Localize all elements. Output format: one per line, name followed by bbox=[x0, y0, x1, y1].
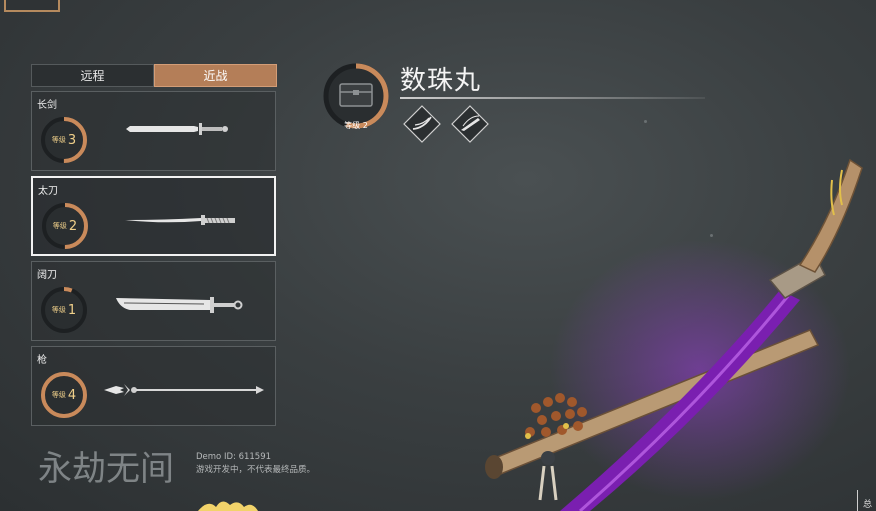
level-label: 等级 bbox=[52, 222, 67, 230]
corner-menu-button[interactable] bbox=[4, 0, 60, 12]
longsword-icon bbox=[126, 123, 228, 135]
weapon-name: 枪 bbox=[37, 355, 47, 366]
title-underline bbox=[400, 97, 705, 99]
blade-skill-icon[interactable] bbox=[450, 104, 490, 144]
game-logo: 永劫无间 bbox=[38, 449, 174, 489]
weapon-name: 阔刀 bbox=[37, 270, 57, 281]
tab-melee[interactable]: 近战 bbox=[154, 64, 277, 87]
level-number: 1 bbox=[67, 302, 77, 318]
corner-label[interactable]: 总 bbox=[863, 497, 872, 510]
slash-skill-icon[interactable] bbox=[402, 104, 442, 144]
weapon-card-spear[interactable]: 枪 等级 4 bbox=[31, 346, 276, 426]
demo-disclaimer: 游戏开发中，不代表最终品质。 bbox=[196, 465, 316, 475]
weapon-card-longsword[interactable]: 长剑 等级 3 bbox=[31, 91, 276, 171]
weapon-name: 长剑 bbox=[37, 100, 57, 111]
weapon-type-tabs: 远程 近战 bbox=[31, 64, 277, 87]
level-label: 等级 bbox=[51, 391, 66, 399]
tachi-icon bbox=[125, 215, 235, 225]
demo-id: Demo ID: 611591 bbox=[196, 452, 272, 462]
weapon-card-tachi[interactable]: 太刀 等级 2 bbox=[31, 176, 276, 256]
demo-notice: Demo ID: 611591 游戏开发中，不代表最终品质。 bbox=[196, 451, 315, 477]
level-ring: 等级 4 bbox=[40, 371, 88, 419]
level-label: 等级 bbox=[51, 136, 66, 144]
chest-icon bbox=[339, 83, 373, 107]
background-dot bbox=[644, 120, 647, 123]
level-ring: 等级 1 bbox=[40, 286, 88, 334]
level-label: 等级 bbox=[51, 306, 66, 314]
level-ring: 等级 3 bbox=[40, 116, 88, 164]
level-ring: 等级 2 bbox=[41, 202, 89, 250]
tab-ranged[interactable]: 远程 bbox=[31, 64, 154, 87]
svg-text:永劫无间: 永劫无间 bbox=[38, 449, 174, 489]
item-level-ring: 等级 2 bbox=[322, 62, 390, 130]
level-number: 2 bbox=[68, 218, 78, 234]
item-level: 等级 2 bbox=[344, 121, 368, 130]
weapon-render-image bbox=[485, 158, 863, 511]
flame-effect bbox=[198, 501, 258, 511]
weapon-card-broadblade[interactable]: 阔刀 等级 1 bbox=[31, 261, 276, 341]
spear-icon bbox=[104, 384, 264, 396]
broadblade-icon bbox=[116, 297, 243, 313]
level-number: 3 bbox=[67, 132, 77, 148]
level-number: 4 bbox=[67, 387, 77, 403]
corner-divider bbox=[857, 490, 858, 511]
item-title: 数珠丸 bbox=[400, 66, 482, 96]
weapon-name: 太刀 bbox=[38, 186, 58, 197]
